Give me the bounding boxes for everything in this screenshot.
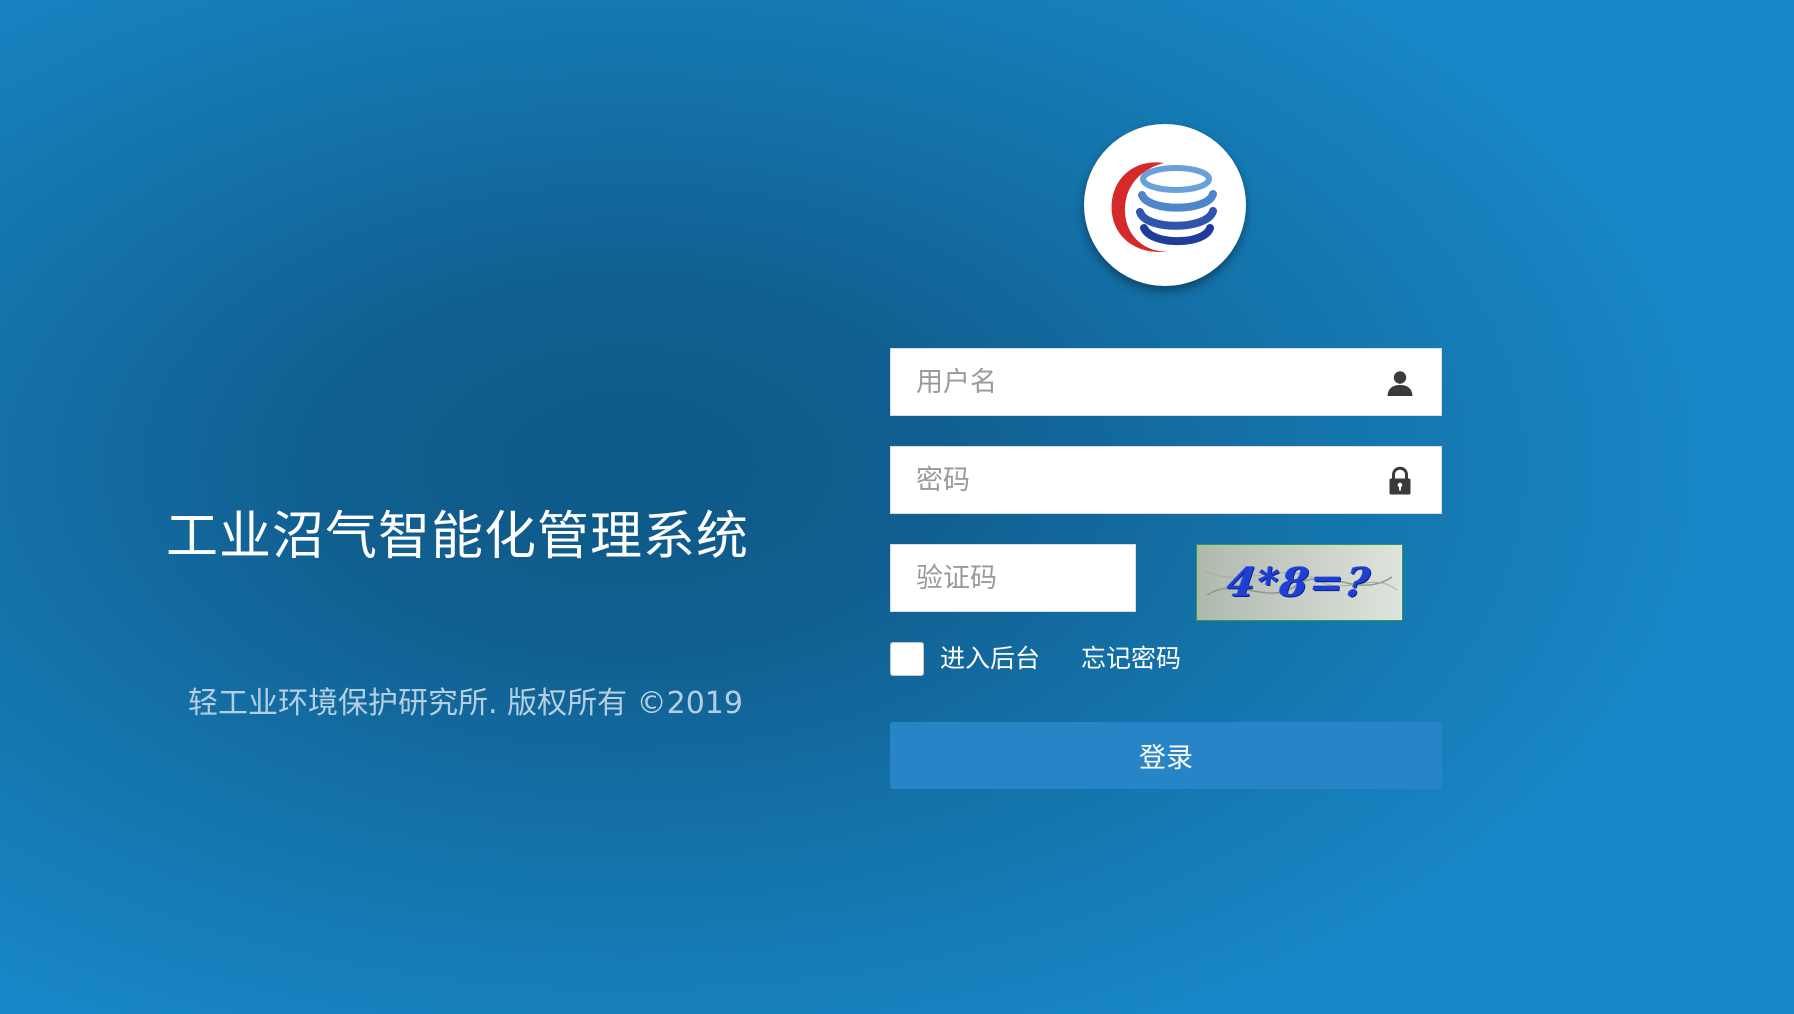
username-input[interactable] — [891, 349, 1441, 415]
password-field[interactable] — [890, 446, 1442, 514]
captcha-input[interactable] — [891, 545, 1135, 611]
user-icon — [1387, 371, 1413, 396]
lock-icon — [1389, 466, 1411, 495]
logo — [1084, 124, 1246, 286]
admin-checkbox-label[interactable]: 进入后台 — [940, 641, 1040, 677]
captcha-field[interactable] — [890, 544, 1136, 612]
username-field[interactable] — [890, 348, 1442, 416]
captcha-text: 4*8=? — [1224, 559, 1375, 606]
login-button[interactable]: 登录 — [890, 722, 1442, 789]
password-input[interactable] — [891, 447, 1441, 513]
captcha-image[interactable]: 4*8=? — [1196, 544, 1403, 621]
admin-checkbox[interactable] — [890, 642, 924, 676]
copyright-text: 轻工业环境保护研究所. 版权所有 ©2019 — [188, 686, 743, 721]
database-swirl-logo-icon — [1111, 162, 1217, 252]
forgot-password-link[interactable]: 忘记密码 — [1081, 641, 1181, 677]
app-title: 工业沼气智能化管理系统 — [166, 507, 750, 567]
